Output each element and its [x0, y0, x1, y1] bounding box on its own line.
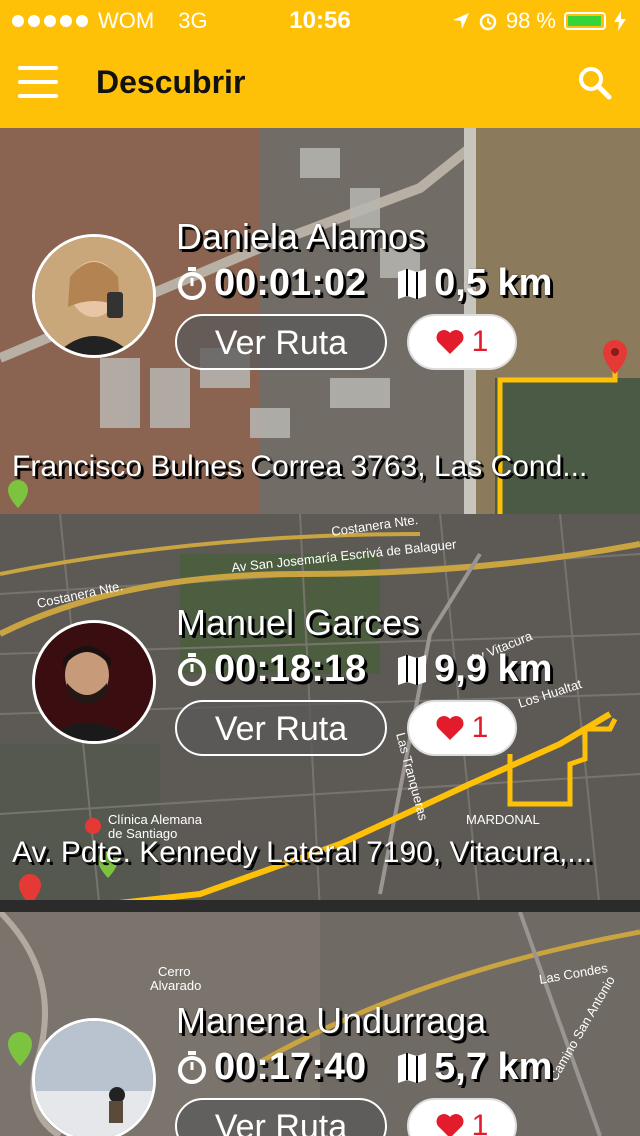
top-bar: WOM 3G 10:56 98 % Descubrir [0, 0, 640, 128]
stopwatch-icon [178, 266, 206, 300]
status-bar: WOM 3G 10:56 98 % [0, 0, 640, 40]
user-name: Manuel Garces [176, 602, 421, 643]
heart-icon [436, 330, 464, 354]
location-arrow-icon [452, 13, 469, 29]
svg-text:Clínica Alemana: Clínica Alemana [108, 812, 203, 827]
route-address: Francisco Bulnes Correa 3763, Las Cond..… [12, 450, 588, 483]
route-card[interactable]: Daniela Alamos 00:01:02 0,5 km Ver Ruta … [0, 128, 640, 514]
route-distance: 0,5 km [434, 262, 553, 304]
map-icon [398, 654, 427, 685]
route-duration: 00:18:18 [214, 648, 367, 690]
charging-bolt-icon [614, 11, 626, 31]
like-button[interactable]: 1 [407, 700, 517, 756]
route-stats: 00:01:02 0,5 km [176, 262, 552, 305]
page-title: Descubrir [96, 64, 246, 100]
route-duration: 00:01:02 [214, 262, 367, 304]
view-route-button[interactable]: Ver Ruta [175, 1098, 387, 1136]
avatar[interactable] [32, 620, 156, 744]
route-stats: 00:17:40 5,7 km [176, 1046, 552, 1089]
route-distance: 5,7 km [434, 1046, 553, 1088]
like-button[interactable]: 1 [407, 314, 517, 370]
like-count: 1 [471, 1109, 489, 1136]
hamburger-menu-icon[interactable] [18, 66, 58, 100]
map-icon [398, 1052, 427, 1083]
stopwatch-icon [178, 652, 206, 686]
route-distance: 9,9 km [434, 648, 553, 690]
route-duration: 00:17:40 [214, 1046, 367, 1088]
svg-text:MARDONAL: MARDONAL [466, 812, 540, 827]
alarm-icon [479, 13, 497, 31]
svg-text:Alvarado: Alvarado [150, 978, 201, 993]
stopwatch-icon [178, 1050, 206, 1084]
user-name: Daniela Alamos [176, 216, 427, 257]
map-icon [398, 268, 427, 299]
like-count: 1 [471, 325, 489, 358]
user-name: Manena Undurraga [176, 1000, 487, 1041]
battery-icon [564, 12, 606, 30]
like-button[interactable]: 1 [407, 1098, 517, 1136]
view-route-button[interactable]: Ver Ruta [175, 314, 387, 370]
battery-percent: 98 % [505, 8, 556, 33]
heart-icon [436, 1114, 464, 1136]
route-address: Av. Pdte. Kennedy Lateral 7190, Vitacura… [12, 836, 593, 869]
like-count: 1 [471, 711, 489, 744]
search-icon[interactable] [578, 66, 612, 100]
avatar[interactable] [32, 234, 156, 358]
view-route-button[interactable]: Ver Ruta [175, 700, 387, 756]
route-stats: 00:18:18 9,9 km [176, 648, 552, 691]
svg-text:Cerro: Cerro [158, 964, 191, 979]
app-bar: Descubrir [0, 40, 640, 128]
avatar[interactable] [32, 1018, 156, 1136]
route-card[interactable]: Cerro Alvarado Las Condes Camino San Ant… [0, 912, 640, 1136]
route-card[interactable]: Costanera Nte. Av San Josemaría Escrivá … [0, 514, 640, 900]
heart-icon [436, 716, 464, 740]
